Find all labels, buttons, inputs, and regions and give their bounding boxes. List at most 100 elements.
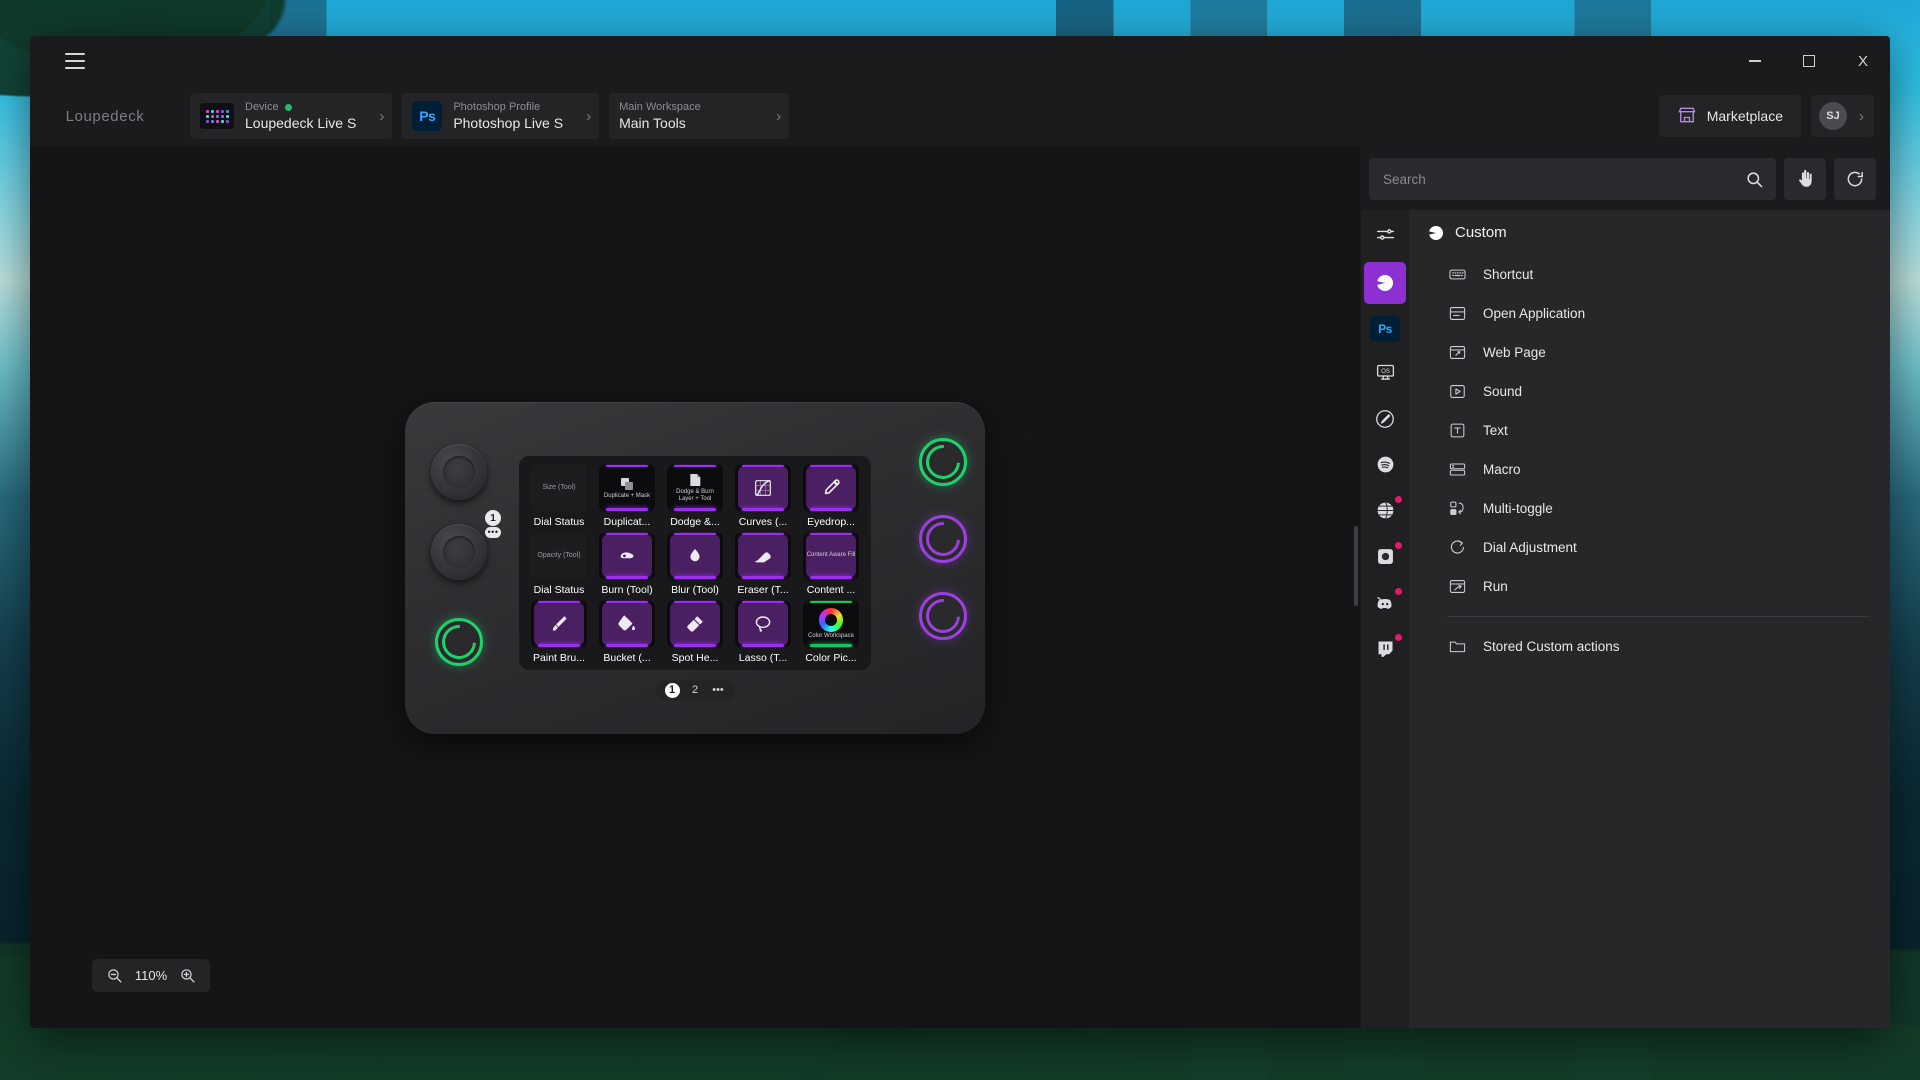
obs-camera-icon	[1375, 546, 1396, 572]
page-info-bubble[interactable]: 1 •••	[485, 510, 501, 538]
key-sub-label: Size (Tool)	[542, 483, 576, 491]
minimize-button[interactable]	[1728, 36, 1782, 86]
action-item-macro[interactable]: Macro	[1409, 450, 1890, 489]
page-info-dots: •••	[485, 527, 501, 538]
action-item-sound[interactable]: Sound	[1409, 372, 1890, 411]
eraser-icon	[752, 545, 774, 567]
action-item-label: Stored Custom actions	[1483, 639, 1620, 654]
device-key-cell: Curves (...	[733, 463, 793, 528]
sliders-icon	[1375, 224, 1396, 250]
rail-item-discord[interactable]	[1364, 584, 1406, 626]
hamburger-menu-icon[interactable]	[52, 36, 98, 86]
reset-circular-arrow-icon[interactable]	[1834, 158, 1876, 200]
main-body: 1 ••• Size (Tool) Dial Status Duplicate …	[30, 146, 1890, 1028]
os-monitor-icon: OS	[1375, 362, 1396, 388]
page-indicator: 1 2 •••	[655, 679, 735, 701]
action-item-label: Multi-toggle	[1483, 501, 1553, 516]
round-button-right-bottom[interactable]	[918, 591, 968, 641]
chevron-right-icon: ›	[776, 107, 782, 125]
round-button-right-middle[interactable]	[918, 514, 968, 564]
marketplace-button[interactable]: Marketplace	[1658, 95, 1801, 137]
key-color-picker[interactable]: Color Workspace	[803, 599, 859, 648]
key-paint-brush[interactable]	[531, 599, 587, 648]
rail-item-browser[interactable]	[1364, 492, 1406, 534]
round-button-right-top[interactable]	[918, 437, 968, 487]
maximize-button[interactable]	[1782, 36, 1836, 86]
device-key-cell: Eraser (T...	[733, 531, 793, 596]
key-eraser-tool[interactable]	[735, 531, 791, 580]
zoom-in-icon[interactable]	[179, 967, 196, 984]
device-key-cell: Eyedrop...	[801, 463, 861, 528]
action-item-label: Sound	[1483, 384, 1523, 399]
key-eyedropper[interactable]	[803, 463, 859, 512]
search-row	[1361, 146, 1890, 210]
action-item-web-page[interactable]: Web Page	[1409, 333, 1890, 372]
rail-item-spotify[interactable]	[1364, 446, 1406, 488]
key-blur-tool[interactable]	[667, 531, 723, 580]
canvas-scrollbar[interactable]	[1354, 526, 1358, 606]
key-burn-tool[interactable]	[599, 531, 655, 580]
key-duplicate-mask[interactable]: Duplicate + Mask	[599, 463, 655, 512]
curves-icon	[752, 477, 774, 499]
marketplace-label: Marketplace	[1706, 108, 1783, 124]
breadcrumb-workspace-label: Main Workspace	[619, 101, 701, 113]
account-button[interactable]: SJ ›	[1811, 95, 1874, 137]
device-key-cell: Bucket (...	[597, 599, 657, 664]
key-label: Content ...	[806, 583, 856, 596]
search-icon[interactable]	[1745, 170, 1764, 189]
key-curves[interactable]	[735, 463, 791, 512]
search-box[interactable]	[1369, 158, 1776, 200]
touch-hand-icon[interactable]	[1784, 158, 1826, 200]
action-item-run[interactable]: Run	[1409, 567, 1890, 606]
key-spot-healing-brush[interactable]	[667, 599, 723, 648]
breadcrumb-profile[interactable]: Ps Photoshop Profile Photoshop Live S ›	[402, 93, 600, 139]
action-item-text[interactable]: Text	[1409, 411, 1890, 450]
dial-bottom-left[interactable]	[431, 524, 487, 580]
key-dial-status-opacity[interactable]: Opacity (Tool)	[531, 531, 587, 580]
action-item-stored-custom-actions[interactable]: Stored Custom actions	[1409, 627, 1890, 666]
key-dial-status-size[interactable]: Size (Tool)	[531, 463, 587, 512]
burn-hand-icon	[616, 545, 638, 567]
key-dodge-burn[interactable]: Dodge & Burn Layer + Tool	[667, 463, 723, 512]
lasso-icon	[752, 613, 774, 635]
close-button[interactable]: X	[1836, 36, 1890, 86]
breadcrumb-device-label: Device	[245, 101, 279, 113]
breadcrumb-profile-value: Photoshop Live S	[453, 115, 564, 131]
action-item-dial-adjustment[interactable]: Dial Adjustment	[1409, 528, 1890, 567]
rail-item-paint[interactable]	[1364, 400, 1406, 442]
round-button-left-bottom[interactable]	[434, 617, 484, 667]
chevron-right-icon: ›	[586, 107, 592, 125]
rail-item-sliders[interactable]	[1364, 216, 1406, 258]
device-thumbnail-icon	[200, 103, 234, 129]
macro-stack-icon	[1447, 460, 1467, 479]
page-dot-more[interactable]: •••	[711, 683, 726, 698]
dial-top-left[interactable]	[431, 444, 487, 500]
breadcrumb-bar: Loupedeck Device Loupedeck Live S › Ps P…	[30, 86, 1890, 146]
search-input[interactable]	[1383, 171, 1745, 187]
rail-item-twitch[interactable]	[1364, 630, 1406, 672]
device-key-cell: Color Workspace Color Pic...	[801, 599, 861, 664]
action-item-multi-toggle[interactable]: Multi-toggle	[1409, 489, 1890, 528]
action-list: Custom Shortcut Open Application Web Pag…	[1409, 210, 1890, 1028]
key-content-aware-fill[interactable]: Content Aware Fill	[803, 531, 859, 580]
discord-icon	[1374, 592, 1396, 619]
breadcrumb-workspace[interactable]: Main Workspace Main Tools ›	[609, 93, 790, 139]
action-item-open-application[interactable]: Open Application	[1409, 294, 1890, 333]
action-item-shortcut[interactable]: Shortcut	[1409, 255, 1890, 294]
rail-item-os[interactable]: OS	[1364, 354, 1406, 396]
key-paint-bucket[interactable]	[599, 599, 655, 648]
rail-item-custom[interactable]	[1364, 262, 1406, 304]
key-sub-label: Dodge & Burn Layer + Tool	[676, 489, 714, 502]
key-label: Lasso (T...	[738, 651, 788, 664]
chevron-right-icon: ›	[1859, 107, 1864, 125]
rail-item-photoshop[interactable]: Ps	[1364, 308, 1406, 350]
zoom-out-icon[interactable]	[106, 967, 123, 984]
eyedropper-icon	[820, 477, 842, 499]
page-dot-1[interactable]: 1	[664, 682, 680, 698]
page-dot-2[interactable]: 2	[688, 683, 703, 698]
actions-panel: Ps OS	[1360, 146, 1890, 1028]
key-label: Color Pic...	[805, 651, 857, 664]
breadcrumb-device[interactable]: Device Loupedeck Live S ›	[190, 93, 393, 139]
rail-item-obs[interactable]	[1364, 538, 1406, 580]
key-lasso-tool[interactable]	[735, 599, 791, 648]
